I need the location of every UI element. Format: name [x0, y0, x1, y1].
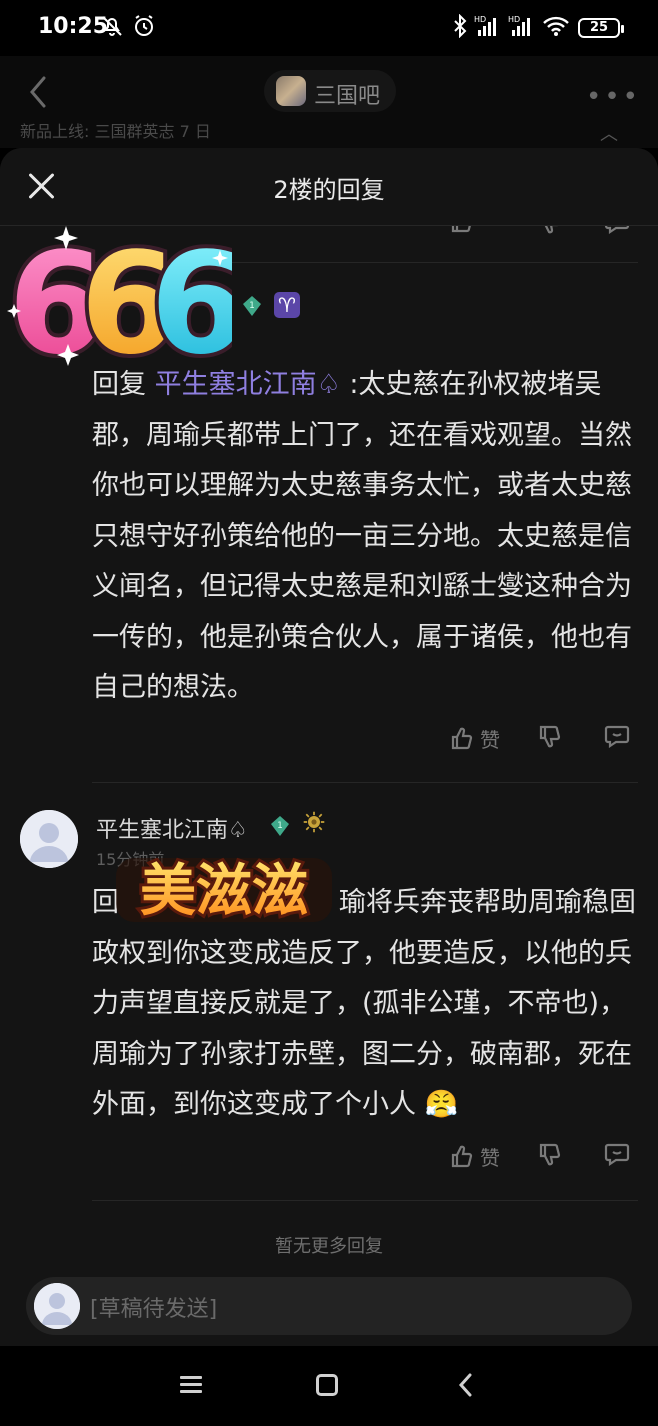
reply-actions	[440, 226, 640, 244]
system-nav-bar	[0, 1346, 658, 1426]
avatar	[34, 1283, 80, 1329]
like-button[interactable]	[450, 226, 474, 234]
divider	[92, 782, 638, 783]
forum-avatar	[276, 76, 306, 106]
forum-header: 三国吧 ••• 新品上线: 三国群英志 7 日 ︿	[0, 56, 658, 148]
comment-icon[interactable]	[604, 226, 630, 234]
dislike-button[interactable]	[538, 724, 562, 748]
svg-text:HD: HD	[508, 15, 520, 24]
sheet-header: 2楼的回复	[0, 148, 658, 226]
reply-text: 回复 平生塞北江南♤ :太史慈在孙权被堵吴郡，周瑜兵都带上门了，还在看戏观望。当…	[92, 360, 638, 714]
reply-input-bar: [草稿待发送]	[0, 1266, 658, 1346]
reply-prefix: 回复	[92, 369, 155, 400]
svg-text:6: 6	[150, 223, 232, 370]
status-bar: 10:25 HD HD 25	[0, 0, 658, 56]
avatar[interactable]	[20, 810, 78, 868]
level-badge: 1	[240, 294, 264, 318]
reply-list[interactable]: Ｌ ｒ° 1 ♈ 神 回复 平生塞北江南♤ :太史慈在孙权被堵吴郡，周瑜兵都带上…	[0, 226, 658, 1266]
sun-badge-icon	[302, 810, 330, 838]
dislike-button[interactable]	[538, 1142, 562, 1166]
like-button[interactable]: 赞	[450, 1142, 500, 1171]
sticker-666: 666 6 6 6	[6, 220, 232, 370]
reply-actions: 赞	[440, 724, 640, 758]
no-more-replies: 暂无更多回复	[275, 1236, 383, 1257]
reply-input[interactable]: [草稿待发送]	[26, 1277, 632, 1335]
svg-text:HD: HD	[474, 15, 486, 24]
input-placeholder: [草稿待发送]	[90, 1297, 218, 1322]
home-icon[interactable]	[316, 1374, 338, 1396]
sheet-title: 2楼的回复	[273, 176, 385, 204]
mute-icon	[100, 14, 124, 43]
like-label: 赞	[480, 1146, 500, 1170]
signal-hd-icon: HD	[474, 14, 502, 43]
forum-subline: 新品上线: 三国群英志 7 日	[20, 122, 211, 141]
divider	[92, 1200, 638, 1201]
svg-text:1: 1	[277, 821, 283, 831]
battery-icon: 25	[578, 18, 624, 38]
dislike-icon[interactable]	[538, 226, 562, 234]
like-button[interactable]: 赞	[450, 724, 500, 753]
signal-hd-icon: HD	[508, 14, 536, 43]
forum-title-pill[interactable]: 三国吧	[264, 70, 396, 112]
zodiac-aries-icon: ♈	[274, 292, 300, 318]
back-arrow-icon[interactable]	[26, 74, 52, 110]
chevron-up-icon[interactable]: ︿	[600, 120, 618, 146]
nav-back-icon[interactable]	[456, 1372, 476, 1398]
comment-button[interactable]	[604, 1142, 630, 1166]
reply-actions: 赞	[440, 1142, 640, 1176]
like-label: 赞	[480, 728, 500, 752]
comment-button[interactable]	[604, 724, 630, 748]
alarm-icon	[132, 14, 156, 43]
bluetooth-icon	[452, 13, 468, 43]
level-badge: 1	[268, 814, 292, 838]
svg-text:美滋滋: 美滋滋	[140, 859, 308, 924]
recents-icon[interactable]	[180, 1376, 202, 1394]
sticker-meizizi: 美滋滋	[116, 856, 332, 927]
angry-emoji-icon: 😤	[424, 1089, 459, 1120]
forum-name: 三国吧	[314, 84, 381, 109]
svg-text:1: 1	[249, 301, 255, 311]
wifi-icon	[542, 14, 570, 43]
reply-content: :太史慈在孙权被堵吴郡，周瑜兵都带上门了，还在看戏观望。当然你也可以理解为太史慈…	[92, 369, 632, 703]
mention-link[interactable]: 平生塞北江南♤	[155, 369, 341, 400]
status-time: 10:25	[38, 14, 109, 39]
reply-username[interactable]: 平生塞北江南♤	[96, 812, 248, 844]
more-icon[interactable]: •••	[586, 82, 641, 112]
